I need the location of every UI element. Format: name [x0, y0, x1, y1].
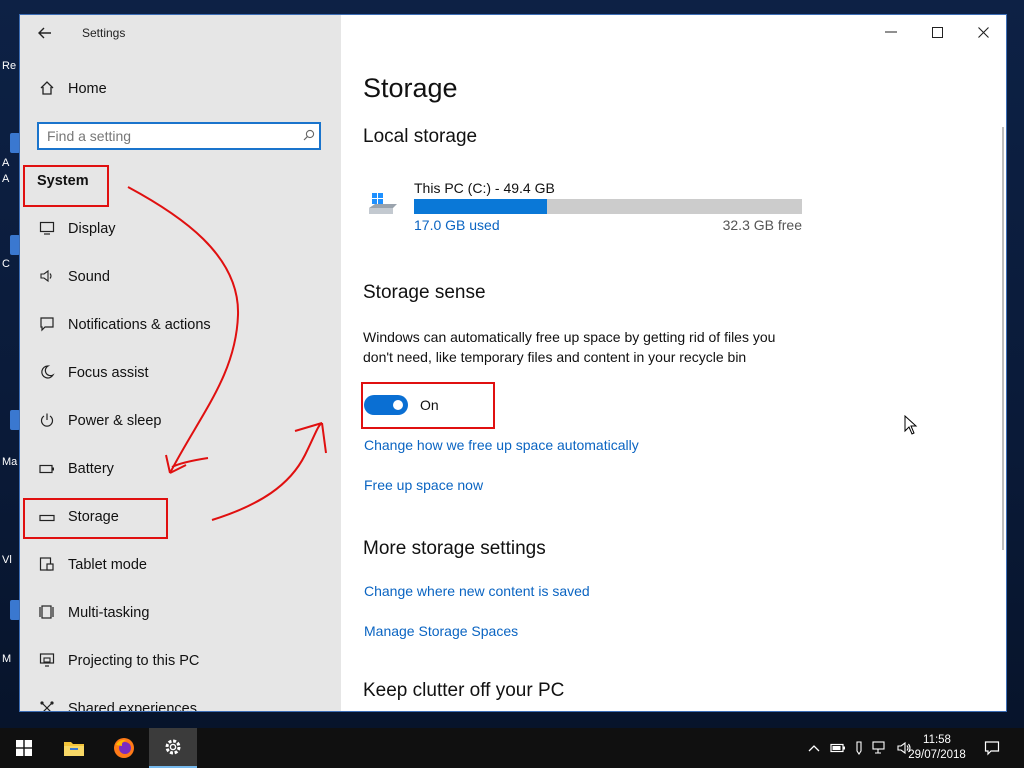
network-icon[interactable]	[872, 741, 888, 755]
section-label-system: System	[37, 173, 89, 189]
desktop-icon-label: Re	[2, 60, 17, 72]
storage-sense-description: Windows can automatically free up space …	[363, 329, 776, 365]
sidebar-item-battery[interactable]: Battery	[20, 449, 341, 489]
desktop-icon-label: M	[2, 653, 12, 665]
sidebar: Settings Home System Display Sound Notif…	[20, 15, 341, 711]
more-storage-heading: More storage settings	[363, 538, 546, 559]
sidebar-item-label: Display	[68, 221, 116, 237]
sidebar-item-label: Notifications & actions	[68, 317, 211, 333]
moon-icon	[36, 364, 58, 383]
speaker-icon	[36, 269, 58, 286]
storage-usage-fill	[414, 199, 548, 214]
action-center-button[interactable]	[978, 728, 1006, 768]
sidebar-item-label: Shared experiences	[68, 701, 197, 712]
storage-usage-bar[interactable]	[414, 199, 802, 214]
sidebar-item-label: Sound	[68, 269, 110, 285]
storage-icon	[36, 509, 58, 525]
desktop-icon-label: Vl	[2, 554, 12, 566]
link-free-up-space-now[interactable]: Free up space now	[364, 477, 483, 493]
taskbar: 11:58 29/07/2018	[0, 728, 1024, 768]
sidebar-item-power-sleep[interactable]: Power & sleep	[20, 401, 341, 441]
used-space-label[interactable]: 17.0 GB used	[414, 217, 500, 233]
back-arrow-icon	[38, 27, 51, 39]
sidebar-item-multitasking[interactable]: Multi-tasking	[20, 593, 341, 633]
file-explorer-button[interactable]	[50, 728, 98, 768]
toggle-knob	[393, 400, 403, 410]
close-icon	[977, 26, 989, 38]
storage-sense-heading: Storage sense	[363, 282, 486, 303]
back-button[interactable]	[30, 21, 60, 45]
clock-date: 29/07/2018	[908, 749, 966, 761]
close-button[interactable]	[960, 19, 1006, 45]
firefox-icon	[114, 738, 134, 758]
storage-sense-toggle[interactable]	[364, 395, 408, 415]
pen-icon[interactable]	[854, 741, 864, 755]
tablet-icon	[36, 556, 58, 575]
minimize-button[interactable]	[868, 19, 914, 45]
notification-icon	[36, 316, 58, 335]
folder-icon	[64, 742, 84, 756]
multitask-icon	[36, 604, 58, 623]
link-manage-storage-spaces[interactable]: Manage Storage Spaces	[364, 623, 518, 639]
scrollbar[interactable]	[1002, 127, 1004, 550]
local-storage-heading: Local storage	[363, 126, 478, 147]
search-icon[interactable]	[299, 129, 319, 144]
sidebar-item-label: Tablet mode	[68, 557, 147, 573]
chevron-up-icon[interactable]	[808, 744, 820, 752]
system-tray	[808, 728, 912, 768]
windows-logo-icon	[16, 740, 32, 756]
app-title: Settings	[82, 26, 126, 40]
desktop-icon-label: Ma	[2, 456, 18, 468]
content-pane: Storage Local storage This PC (C:) - 49.…	[341, 15, 1006, 711]
sidebar-item-home[interactable]: Home	[20, 69, 341, 109]
start-button[interactable]	[0, 728, 48, 768]
link-change-free-space[interactable]: Change how we free up space automaticall…	[364, 437, 639, 453]
search-input[interactable]	[39, 124, 299, 148]
notification-icon	[984, 741, 1000, 756]
sidebar-item-storage[interactable]: Storage	[20, 497, 341, 537]
sidebar-item-label: Storage	[68, 509, 119, 525]
projecting-icon	[36, 652, 58, 671]
clock[interactable]: 11:58 29/07/2018	[898, 733, 976, 763]
desktop-icon-label: C	[2, 258, 10, 270]
desktop-icon-label: A	[2, 157, 10, 169]
power-icon	[36, 412, 58, 431]
sidebar-item-shared-experiences[interactable]: Shared experiences	[20, 689, 341, 712]
sidebar-item-label: Multi-tasking	[68, 605, 150, 621]
settings-window: Settings Home System Display Sound Notif…	[19, 14, 1007, 712]
sidebar-item-label: Focus assist	[68, 365, 149, 381]
link-change-save-location[interactable]: Change where new content is saved	[364, 583, 590, 599]
maximize-button[interactable]	[914, 19, 960, 45]
gear-icon	[165, 739, 181, 755]
sidebar-item-tablet-mode[interactable]: Tablet mode	[20, 545, 341, 585]
search-box[interactable]	[37, 122, 321, 150]
battery-icon[interactable]	[830, 743, 846, 753]
sidebar-item-label: Battery	[68, 461, 114, 477]
sidebar-item-label: Projecting to this PC	[68, 653, 200, 669]
maximize-icon	[931, 26, 943, 38]
sidebar-item-focus-assist[interactable]: Focus assist	[20, 353, 341, 393]
sidebar-item-label: Power & sleep	[68, 413, 162, 429]
sidebar-item-display[interactable]: Display	[20, 209, 341, 249]
display-icon	[36, 221, 58, 238]
sidebar-item-projecting[interactable]: Projecting to this PC	[20, 641, 341, 681]
drive-icon	[367, 191, 399, 217]
drive-name[interactable]: This PC (C:) - 49.4 GB	[414, 180, 555, 196]
mouse-cursor-icon	[904, 415, 918, 435]
page-title: Storage	[363, 73, 458, 103]
sidebar-item-notifications[interactable]: Notifications & actions	[20, 305, 341, 345]
sidebar-item-label: Home	[68, 81, 107, 97]
minimize-icon	[885, 31, 897, 33]
shared-icon	[36, 700, 58, 711]
keep-clutter-heading: Keep clutter off your PC	[363, 680, 565, 701]
firefox-button[interactable]	[100, 728, 148, 768]
desktop-icon-label: A	[2, 173, 10, 185]
battery-icon	[36, 461, 58, 477]
toggle-state-label: On	[420, 397, 439, 413]
home-icon	[36, 80, 58, 99]
settings-taskbar-button[interactable]	[149, 728, 197, 768]
sidebar-item-sound[interactable]: Sound	[20, 257, 341, 297]
clock-time: 11:58	[923, 734, 951, 746]
free-space-label: 32.3 GB free	[722, 217, 802, 233]
